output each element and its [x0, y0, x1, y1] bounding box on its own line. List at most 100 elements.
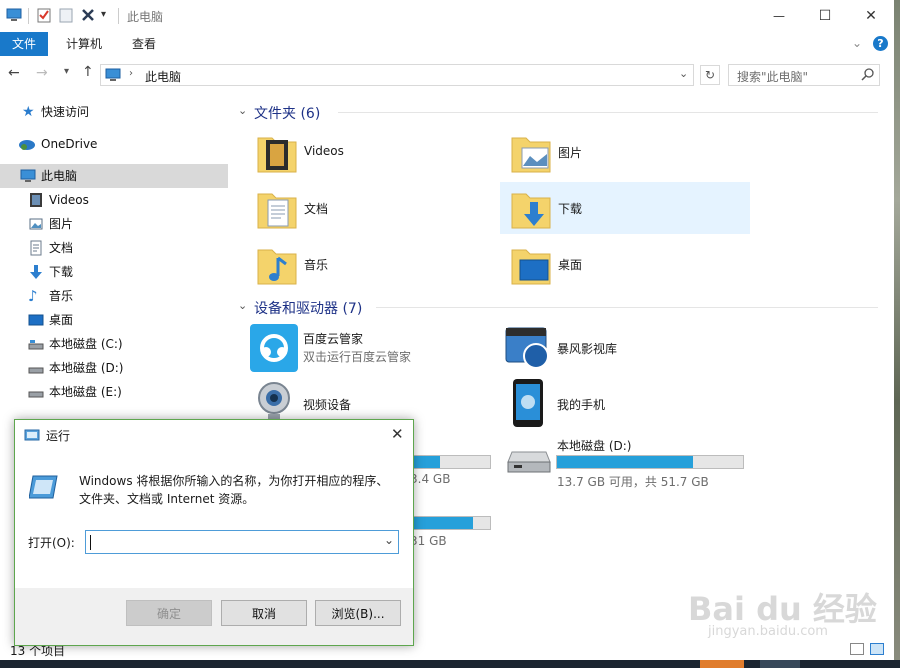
large-icons-view-icon[interactable] [870, 643, 884, 655]
device-tile-drive-d[interactable]: 本地磁盘 (D:) 13.7 GB 可用，共 51.7 GB [502, 434, 752, 489]
navigation-bar: ← → ▾ ↑ › 此电脑 ⌄ ↻ 搜索"此电脑" [0, 56, 894, 94]
divider [28, 8, 29, 24]
drive-label: 本地磁盘 (D:) [557, 439, 632, 453]
drive-icon [506, 448, 552, 477]
tab-view[interactable]: 查看 [122, 32, 166, 56]
sidebar-item-pictures[interactable]: 图片 [0, 212, 228, 236]
music-folder-icon [256, 242, 298, 289]
documents-folder-icon [256, 186, 298, 233]
sidebar-item-music[interactable]: ♪ 音乐 [0, 284, 228, 308]
folder-tile-documents[interactable]: 文档 [252, 182, 502, 234]
drive-free-space: 31 GB [410, 534, 447, 548]
folder-tile-desktop[interactable]: 桌面 [506, 238, 756, 290]
sidebar-item-label: OneDrive [41, 137, 98, 151]
folder-tile-videos[interactable]: Videos [252, 126, 502, 178]
dialog-message: Windows 将根据你所输入的名称，为你打开相应的程序、文件夹、文档或 Int… [79, 474, 389, 506]
folder-label: 下载 [558, 202, 583, 216]
folder-tile-music[interactable]: 音乐 [252, 238, 502, 290]
breadcrumb-separator-icon: › [129, 68, 133, 79]
folder-label: 文档 [304, 202, 329, 216]
collapse-chevron-icon[interactable]: ⌄ [238, 299, 247, 312]
sidebar-item-desktop[interactable]: 桌面 [0, 308, 228, 332]
sidebar-item-label: 图片 [49, 217, 74, 231]
maximize-icon: ☐ [818, 8, 832, 24]
ok-button[interactable]: 确定 [126, 600, 212, 626]
device-label: 视频设备 [303, 398, 352, 412]
sidebar-item-documents[interactable]: 文档 [0, 236, 228, 260]
sidebar-item-label: 文档 [49, 241, 74, 255]
device-tile-my-phone[interactable]: 我的手机 [502, 378, 752, 430]
new-folder-icon[interactable] [58, 7, 74, 23]
drive-usage-bar [556, 455, 744, 469]
ribbon-tabs: 文件 计算机 查看 ⌄ ? [0, 32, 894, 56]
sidebar-item-this-pc[interactable]: 此电脑 [0, 164, 228, 188]
expand-ribbon-chevron-icon[interactable]: ⌄ [852, 36, 862, 50]
close-button[interactable]: ✕ [848, 0, 894, 32]
computer-icon [105, 67, 121, 86]
help-icon[interactable]: ? [873, 36, 888, 51]
address-dropdown-chevron-icon[interactable]: ⌄ [679, 67, 688, 80]
combo-dropdown-chevron-icon[interactable]: ⌄ [384, 533, 394, 547]
customize-toolbar-chevron-icon[interactable]: ▾ [101, 9, 117, 25]
baidu-cloud-icon [250, 324, 298, 372]
sidebar-item-quick-access[interactable]: ★ 快速访问 [0, 100, 228, 124]
search-input[interactable]: 搜索"此电脑" [728, 64, 880, 86]
taskbar-button[interactable] [700, 660, 744, 668]
browse-button[interactable]: 浏览(B)... [315, 600, 401, 626]
search-placeholder: 搜索"此电脑" [737, 70, 809, 84]
folders-group-header[interactable]: 文件夹 (6) [254, 103, 320, 123]
tab-file[interactable]: 文件 [0, 32, 48, 56]
minimize-icon: — [773, 9, 785, 23]
sidebar-item-onedrive[interactable]: OneDrive [0, 132, 228, 156]
computer-icon [6, 7, 22, 23]
cloud-icon [18, 136, 35, 152]
breadcrumb[interactable]: 此电脑 [145, 68, 181, 85]
device-tile-baidu-cloud[interactable]: 百度云管家 双击运行百度云管家 [248, 322, 498, 374]
baidu-watermark-url: jingyan.baidu.com [708, 624, 828, 639]
open-label: 打开(O): [28, 536, 75, 550]
divider [376, 307, 878, 308]
cancel-button[interactable]: 取消 [221, 600, 307, 626]
folder-label: 图片 [558, 146, 583, 160]
devices-group-header[interactable]: 设备和驱动器 (7) [254, 298, 362, 318]
window-title: 此电脑 [127, 10, 164, 24]
taskbar [0, 660, 900, 668]
forward-arrow-icon[interactable]: → [36, 65, 48, 81]
delete-icon[interactable] [80, 7, 96, 23]
device-tile-storm-media[interactable]: 暴风影视库 [502, 322, 752, 374]
dialog-body: Windows 将根据你所输入的名称，为你打开相应的程序、文件夹、文档或 Int… [15, 450, 413, 588]
run-icon [24, 427, 40, 446]
up-arrow-icon[interactable]: ↑ [82, 64, 94, 80]
drive-usage-bar [402, 516, 491, 530]
tab-computer[interactable]: 计算机 [56, 32, 112, 56]
sidebar-item-drive-d[interactable]: 本地磁盘 (D:) [0, 356, 228, 380]
title-bar: ▾ 此电脑 — ☐ ✕ [0, 0, 894, 32]
downloads-folder-icon [510, 186, 552, 233]
dialog-title-bar: 运行 ✕ [15, 420, 413, 450]
minimize-button[interactable]: — [756, 0, 802, 32]
divider [338, 112, 878, 113]
properties-icon[interactable] [36, 7, 52, 23]
folder-tile-downloads[interactable]: 下载 [500, 182, 750, 234]
back-arrow-icon[interactable]: ← [8, 65, 20, 81]
taskbar-button[interactable] [760, 660, 800, 668]
collapse-chevron-icon[interactable]: ⌄ [238, 104, 247, 117]
search-icon[interactable] [861, 67, 875, 84]
address-bar[interactable]: › 此电脑 ⌄ [100, 64, 694, 86]
recent-locations-chevron-icon[interactable]: ▾ [64, 66, 69, 77]
phone-icon [512, 378, 544, 431]
drive-free-space: 3.4 GB [410, 472, 451, 486]
sidebar-item-videos[interactable]: Videos [0, 188, 228, 212]
details-view-icon[interactable] [850, 643, 864, 655]
dialog-close-icon[interactable]: ✕ [391, 425, 404, 443]
sidebar-item-drive-e[interactable]: 本地磁盘 (E:) [0, 380, 228, 404]
sidebar-item-drive-c[interactable]: 本地磁盘 (C:) [0, 332, 228, 356]
refresh-icon[interactable]: ↻ [700, 65, 720, 85]
folder-tile-pictures[interactable]: 图片 [506, 126, 756, 178]
sidebar-item-downloads[interactable]: 下载 [0, 260, 228, 284]
drive-icon [28, 336, 44, 352]
maximize-button[interactable]: ☐ [802, 0, 848, 32]
device-label: 百度云管家 [303, 332, 364, 346]
computer-icon [20, 168, 36, 184]
run-command-input[interactable]: ⌄ [85, 530, 399, 554]
